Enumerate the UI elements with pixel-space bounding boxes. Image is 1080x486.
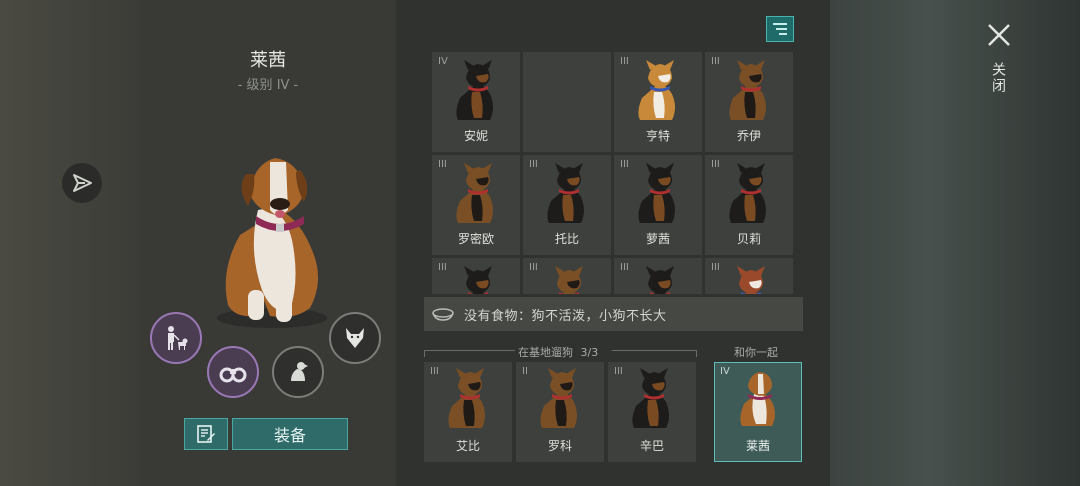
- with-you-dog-card[interactable]: IV 莱茜: [714, 362, 802, 462]
- dog-name: 罗密欧: [457, 232, 494, 246]
- background-left: [0, 0, 140, 486]
- dog-name: 贝莉: [736, 232, 761, 246]
- rottweiler-dog-icon: [464, 266, 492, 294]
- sitting-dog-icon: [291, 362, 308, 381]
- with-you-label: 和你一起: [734, 346, 778, 359]
- memo-icon: [197, 425, 215, 443]
- dog-name: 托比: [554, 232, 579, 246]
- dog-name: 莱茜: [745, 439, 770, 453]
- rottweiler-dog-icon: [638, 163, 675, 223]
- dog-level: II: [522, 366, 528, 377]
- walking-label: 在基地遛狗 3/3: [518, 344, 598, 360]
- companion-button[interactable]: [150, 312, 202, 364]
- kennel-dog-card[interactable]: III 亨特: [614, 52, 702, 152]
- walking-bracket-right: [612, 350, 697, 357]
- scout-button[interactable]: [207, 346, 259, 398]
- husky-dog-icon: [737, 266, 765, 294]
- walking-bracket-left: [424, 350, 515, 357]
- food-warning-bar: 没有食物：狗不活泼，小狗不长大: [424, 297, 803, 331]
- corgi-dog-icon: [638, 60, 675, 120]
- dog-kennel-grid: IV 安妮 III 亨特 III 乔伊 III 罗密欧 III 托比 III 萝茜 III 贝莉 III II…: [432, 52, 798, 294]
- shepherd-dog-icon: [448, 368, 485, 428]
- dog-name: 亨特: [645, 129, 670, 143]
- food-bowl-icon: [432, 308, 454, 321]
- filter-button[interactable]: [766, 16, 794, 42]
- dog-name: 罗科: [547, 439, 572, 453]
- rottweiler-dog-icon: [456, 60, 493, 120]
- dog-name: 安妮: [463, 129, 488, 143]
- rottweiler-dog-icon: [547, 163, 584, 223]
- walking-label-text: 在基地遛狗: [518, 346, 573, 359]
- dog-name: 乔伊: [736, 129, 761, 143]
- shepherd-dog-icon: [540, 368, 577, 428]
- rottweiler-dog-icon: [646, 266, 674, 294]
- dog-name: 萝茜: [645, 232, 670, 246]
- filter-icon: [773, 23, 787, 35]
- selected-dog-name: 莱茜: [250, 50, 286, 71]
- kennel-dog-card[interactable]: III 萝茜: [614, 155, 702, 255]
- rottweiler-dog-icon: [729, 163, 766, 223]
- close-icon[interactable]: [986, 22, 1012, 48]
- walking-count: 3/3: [580, 346, 599, 359]
- send-button[interactable]: [62, 163, 102, 203]
- saint-bernard-dog-icon: [740, 372, 775, 426]
- equip-button[interactable]: 装备: [232, 418, 348, 450]
- kennel-dog-card[interactable]: III 乔伊: [705, 52, 793, 152]
- selected-dog-level: - 级别 IV -: [237, 78, 299, 93]
- selected-dog-portrait: [217, 158, 327, 328]
- kennel-dog-card[interactable]: III: [432, 258, 520, 294]
- kennel-dog-card[interactable]: [523, 52, 611, 152]
- binoculars-icon: [219, 367, 247, 383]
- rottweiler-dog-icon: [632, 368, 669, 428]
- kennel-dog-card[interactable]: III 托比: [523, 155, 611, 255]
- kennel-dog-card[interactable]: III: [523, 258, 611, 294]
- memo-button[interactable]: [184, 418, 228, 450]
- wolf-head-icon: [346, 328, 364, 348]
- shepherd-dog-icon: [555, 266, 583, 294]
- kennel-dog-card[interactable]: III 罗密欧: [432, 155, 520, 255]
- kennel-dog-card[interactable]: III: [705, 258, 793, 294]
- sit-command-button[interactable]: [272, 346, 324, 398]
- walking-dog-card[interactable]: II 罗科: [516, 362, 604, 462]
- food-warning-text: 没有食物：狗不活泼，小狗不长大: [464, 308, 667, 324]
- kennel-dog-card[interactable]: III 贝莉: [705, 155, 793, 255]
- person-with-dog-icon: [168, 326, 188, 350]
- background-right: [830, 0, 1080, 486]
- shepherd-dog-icon: [729, 60, 766, 120]
- send-icon: [73, 174, 92, 192]
- shepherd-dog-icon: [456, 163, 493, 223]
- dog-name: 辛巴: [639, 439, 664, 453]
- kennel-dog-card[interactable]: III: [614, 258, 702, 294]
- close-label[interactable]: 关闭: [990, 62, 1008, 94]
- walking-dog-card[interactable]: III 辛巴: [608, 362, 696, 462]
- kennel-dog-card[interactable]: IV 安妮: [432, 52, 520, 152]
- walking-dog-card[interactable]: III 艾比: [424, 362, 512, 462]
- wolf-command-button[interactable]: [329, 312, 381, 364]
- dog-name: 艾比: [455, 439, 480, 453]
